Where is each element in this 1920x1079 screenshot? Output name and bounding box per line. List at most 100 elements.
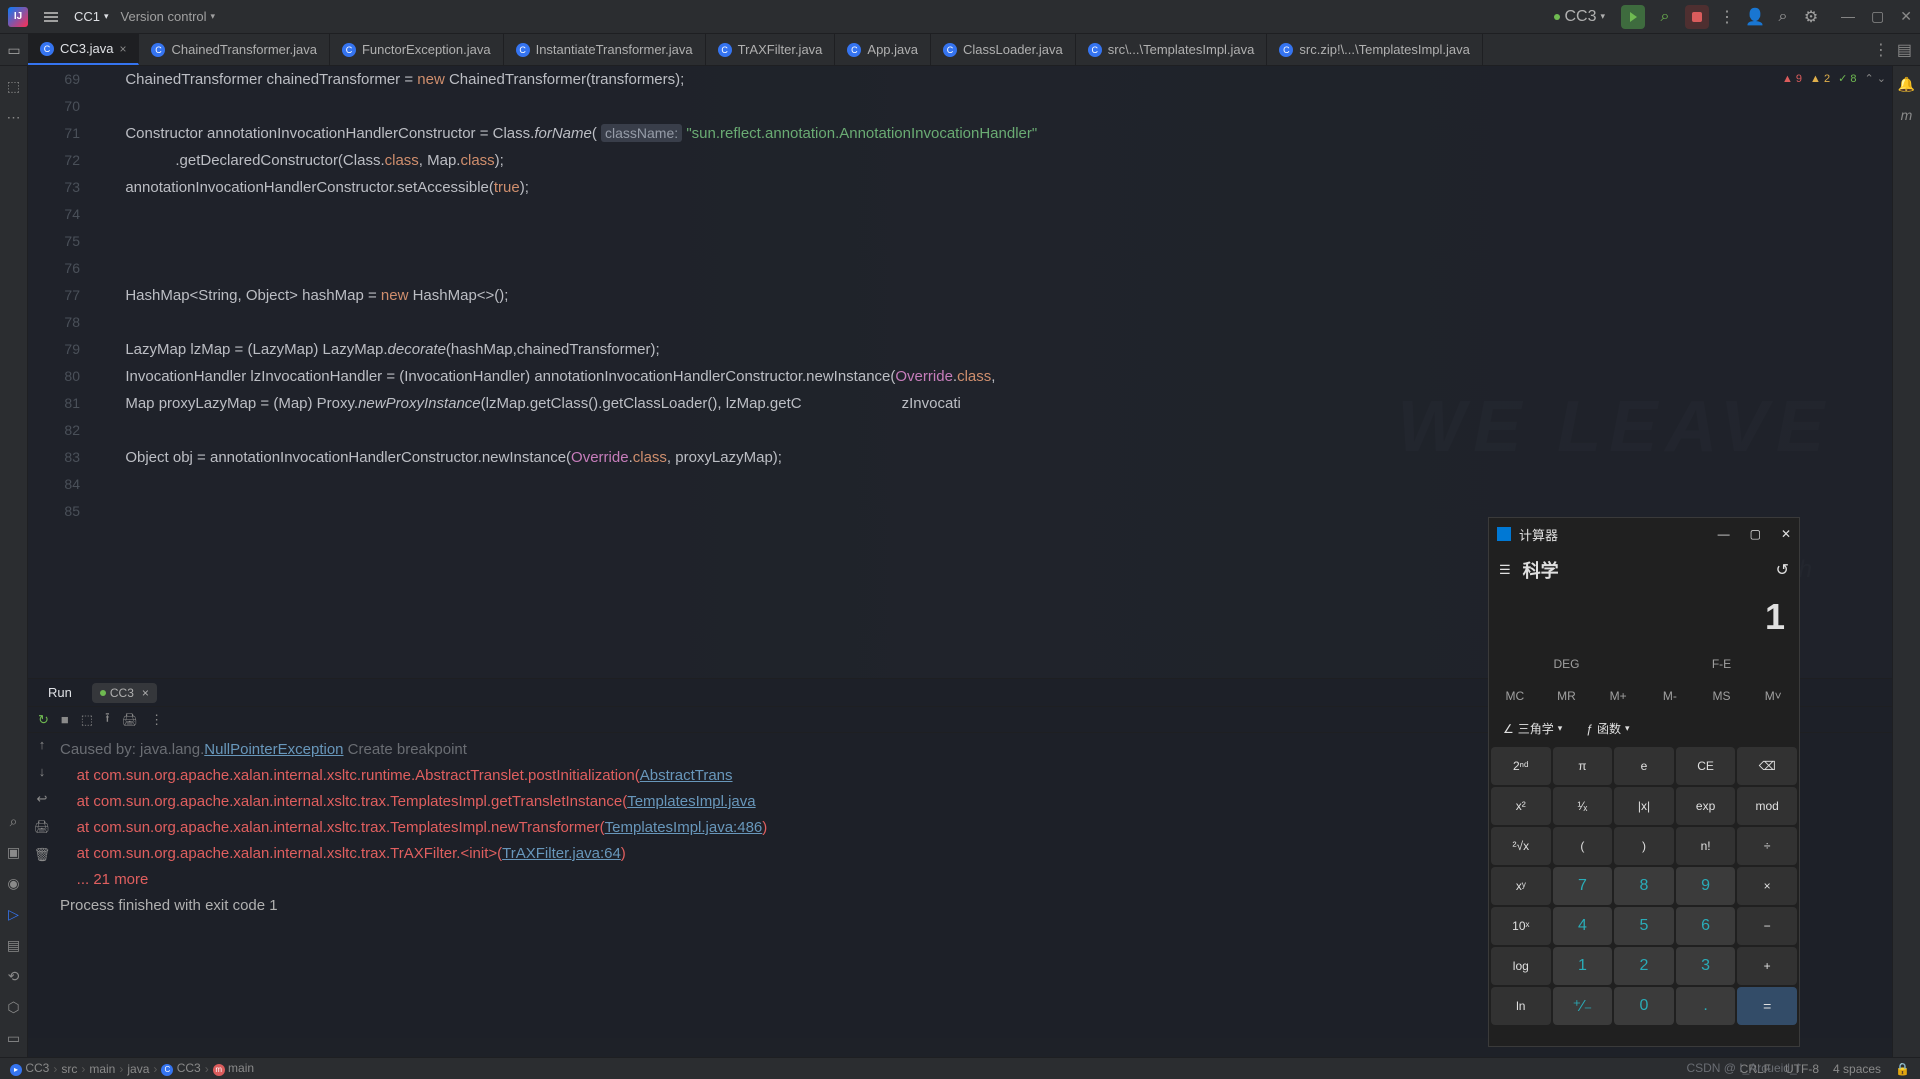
soft-wrap-icon[interactable]: ↩: [37, 791, 48, 807]
code-line[interactable]: [92, 93, 1892, 120]
calc-key[interactable]: 5: [1614, 907, 1674, 945]
breadcrumb-item[interactable]: java: [127, 1062, 149, 1076]
code-line[interactable]: ChainedTransformer chainedTransformer = …: [92, 66, 1892, 93]
editor-tab[interactable]: CClassLoader.java: [931, 34, 1076, 65]
calc-mem-btn[interactable]: M+: [1592, 680, 1644, 712]
terminal-icon[interactable]: ▣: [7, 844, 20, 861]
calc-key[interactable]: 4: [1553, 907, 1613, 945]
calc-key[interactable]: 1: [1553, 947, 1613, 985]
print-icon[interactable]: 🖨: [34, 819, 51, 835]
calc-key[interactable]: 0: [1614, 987, 1674, 1025]
breadcrumb-item[interactable]: src: [61, 1062, 77, 1076]
main-menu-icon[interactable]: [40, 6, 62, 28]
calc-key[interactable]: 2ⁿᵈ: [1491, 747, 1551, 785]
run-tab[interactable]: Run: [36, 681, 84, 704]
line-number[interactable]: 73: [28, 174, 80, 201]
run-config-tab[interactable]: CC3×: [92, 683, 157, 703]
breadcrumb-item[interactable]: m main: [213, 1061, 254, 1076]
line-number[interactable]: 75: [28, 228, 80, 255]
rerun-icon[interactable]: ↻: [38, 712, 49, 728]
breadcrumb-item[interactable]: ▸ CC3: [10, 1061, 49, 1076]
vcs-dropdown[interactable]: Version control▾: [121, 9, 216, 24]
line-number[interactable]: 81: [28, 390, 80, 417]
line-number[interactable]: 69: [28, 66, 80, 93]
calc-history-icon[interactable]: ↺: [1776, 560, 1789, 580]
calc-key[interactable]: ²√x: [1491, 827, 1551, 865]
minimize-icon[interactable]: —: [1841, 8, 1855, 25]
run-button[interactable]: [1621, 5, 1645, 29]
calc-key[interactable]: mod: [1737, 787, 1797, 825]
line-number[interactable]: 70: [28, 93, 80, 120]
calc-key[interactable]: ln: [1491, 987, 1551, 1025]
calc-func-dropdown[interactable]: ƒ 函数 ▾: [1578, 716, 1637, 741]
status-lock-icon[interactable]: 🔒: [1895, 1062, 1910, 1076]
calc-key[interactable]: 6: [1676, 907, 1736, 945]
line-number[interactable]: 72: [28, 147, 80, 174]
breadcrumb-item[interactable]: main: [89, 1062, 115, 1076]
line-number[interactable]: 83: [28, 444, 80, 471]
code-line[interactable]: [92, 255, 1892, 282]
calc-mem-btn[interactable]: MS: [1696, 680, 1748, 712]
calc-key[interactable]: −: [1737, 907, 1797, 945]
line-number[interactable]: 78: [28, 309, 80, 336]
code-line[interactable]: [92, 309, 1892, 336]
editor-tab[interactable]: Csrc\...\TemplatesImpl.java: [1076, 34, 1268, 65]
calc-key[interactable]: x²: [1491, 787, 1551, 825]
code-line[interactable]: InvocationHandler lzInvocationHandler = …: [92, 363, 1892, 390]
calc-key[interactable]: 7: [1553, 867, 1613, 905]
build-icon[interactable]: ▤: [7, 937, 20, 954]
calc-mem-btn[interactable]: M-: [1644, 680, 1696, 712]
line-number[interactable]: 76: [28, 255, 80, 282]
calc-key[interactable]: ×: [1737, 867, 1797, 905]
stack-link[interactable]: AbstractTrans: [640, 767, 733, 784]
calc-menu-icon[interactable]: ☰: [1499, 562, 1511, 578]
more-icon[interactable]: ⋮: [150, 712, 163, 728]
intellij-logo[interactable]: IJ: [8, 7, 28, 27]
calc-key[interactable]: π: [1553, 747, 1613, 785]
calc-key[interactable]: xʸ: [1491, 867, 1551, 905]
scroll-top-icon[interactable]: ↑: [39, 737, 46, 752]
code-line[interactable]: Map proxyLazyMap = (Map) Proxy.newProxyI…: [92, 390, 1892, 417]
editor-tab[interactable]: CFunctorException.java: [330, 34, 504, 65]
line-number[interactable]: 85: [28, 498, 80, 525]
code-line[interactable]: Object obj = annotationInvocationHandler…: [92, 444, 1892, 471]
line-number[interactable]: 71: [28, 120, 80, 147]
stack-link[interactable]: TemplatesImpl.java: [627, 793, 755, 810]
calc-mem-btn[interactable]: MC: [1489, 680, 1541, 712]
settings-icon[interactable]: ⚙: [1801, 7, 1821, 27]
calc-key[interactable]: CE: [1676, 747, 1736, 785]
calc-key[interactable]: (: [1553, 827, 1613, 865]
maven-icon[interactable]: m: [1901, 107, 1913, 123]
problems-icon[interactable]: ⬡: [7, 999, 19, 1016]
calc-trig-dropdown[interactable]: ∠ 三角学 ▾: [1495, 716, 1570, 741]
filter-icon[interactable]: ⬚: [81, 712, 93, 728]
line-number[interactable]: 77: [28, 282, 80, 309]
calc-key[interactable]: log: [1491, 947, 1551, 985]
stop-icon[interactable]: ■: [61, 712, 69, 727]
breadcrumb-item[interactable]: C CC3: [161, 1061, 200, 1076]
clear-icon[interactable]: 🗑: [34, 847, 51, 863]
close-tab-icon[interactable]: ×: [119, 42, 126, 56]
code-line[interactable]: Constructor annotationInvocationHandlerC…: [92, 120, 1892, 147]
bookmarks-icon[interactable]: ⋯: [7, 109, 21, 126]
calc-key[interactable]: ÷: [1737, 827, 1797, 865]
stack-link[interactable]: NullPointerException: [204, 741, 343, 758]
services-icon[interactable]: ▭: [7, 1030, 20, 1047]
scroll-down-icon[interactable]: ↓: [39, 764, 46, 779]
editor-tab[interactable]: CApp.java: [835, 34, 931, 65]
structure-icon[interactable]: ⬚: [7, 78, 20, 95]
editor-tab[interactable]: Csrc.zip!\...\TemplatesImpl.java: [1267, 34, 1483, 65]
calc-key[interactable]: 3: [1676, 947, 1736, 985]
editor-tab[interactable]: CCC3.java×: [28, 34, 139, 65]
code-line[interactable]: [92, 228, 1892, 255]
line-number[interactable]: 80: [28, 363, 80, 390]
line-number[interactable]: 84: [28, 471, 80, 498]
calc-maximize-icon[interactable]: ▢: [1750, 527, 1761, 541]
calc-key[interactable]: |x|: [1614, 787, 1674, 825]
editor-tab[interactable]: CInstantiateTransformer.java: [504, 34, 706, 65]
project-icon[interactable]: ▭: [7, 42, 20, 59]
code-line[interactable]: LazyMap lzMap = (LazyMap) LazyMap.decora…: [92, 336, 1892, 363]
calculator-window[interactable]: 计算器 — ▢ ✕ ☰ 科学 ↺ 1 DEG F-E MCMRM+M-MSM˅ …: [1488, 517, 1800, 1047]
calc-fe[interactable]: F-E: [1644, 648, 1799, 680]
close-icon[interactable]: ✕: [1900, 8, 1912, 25]
